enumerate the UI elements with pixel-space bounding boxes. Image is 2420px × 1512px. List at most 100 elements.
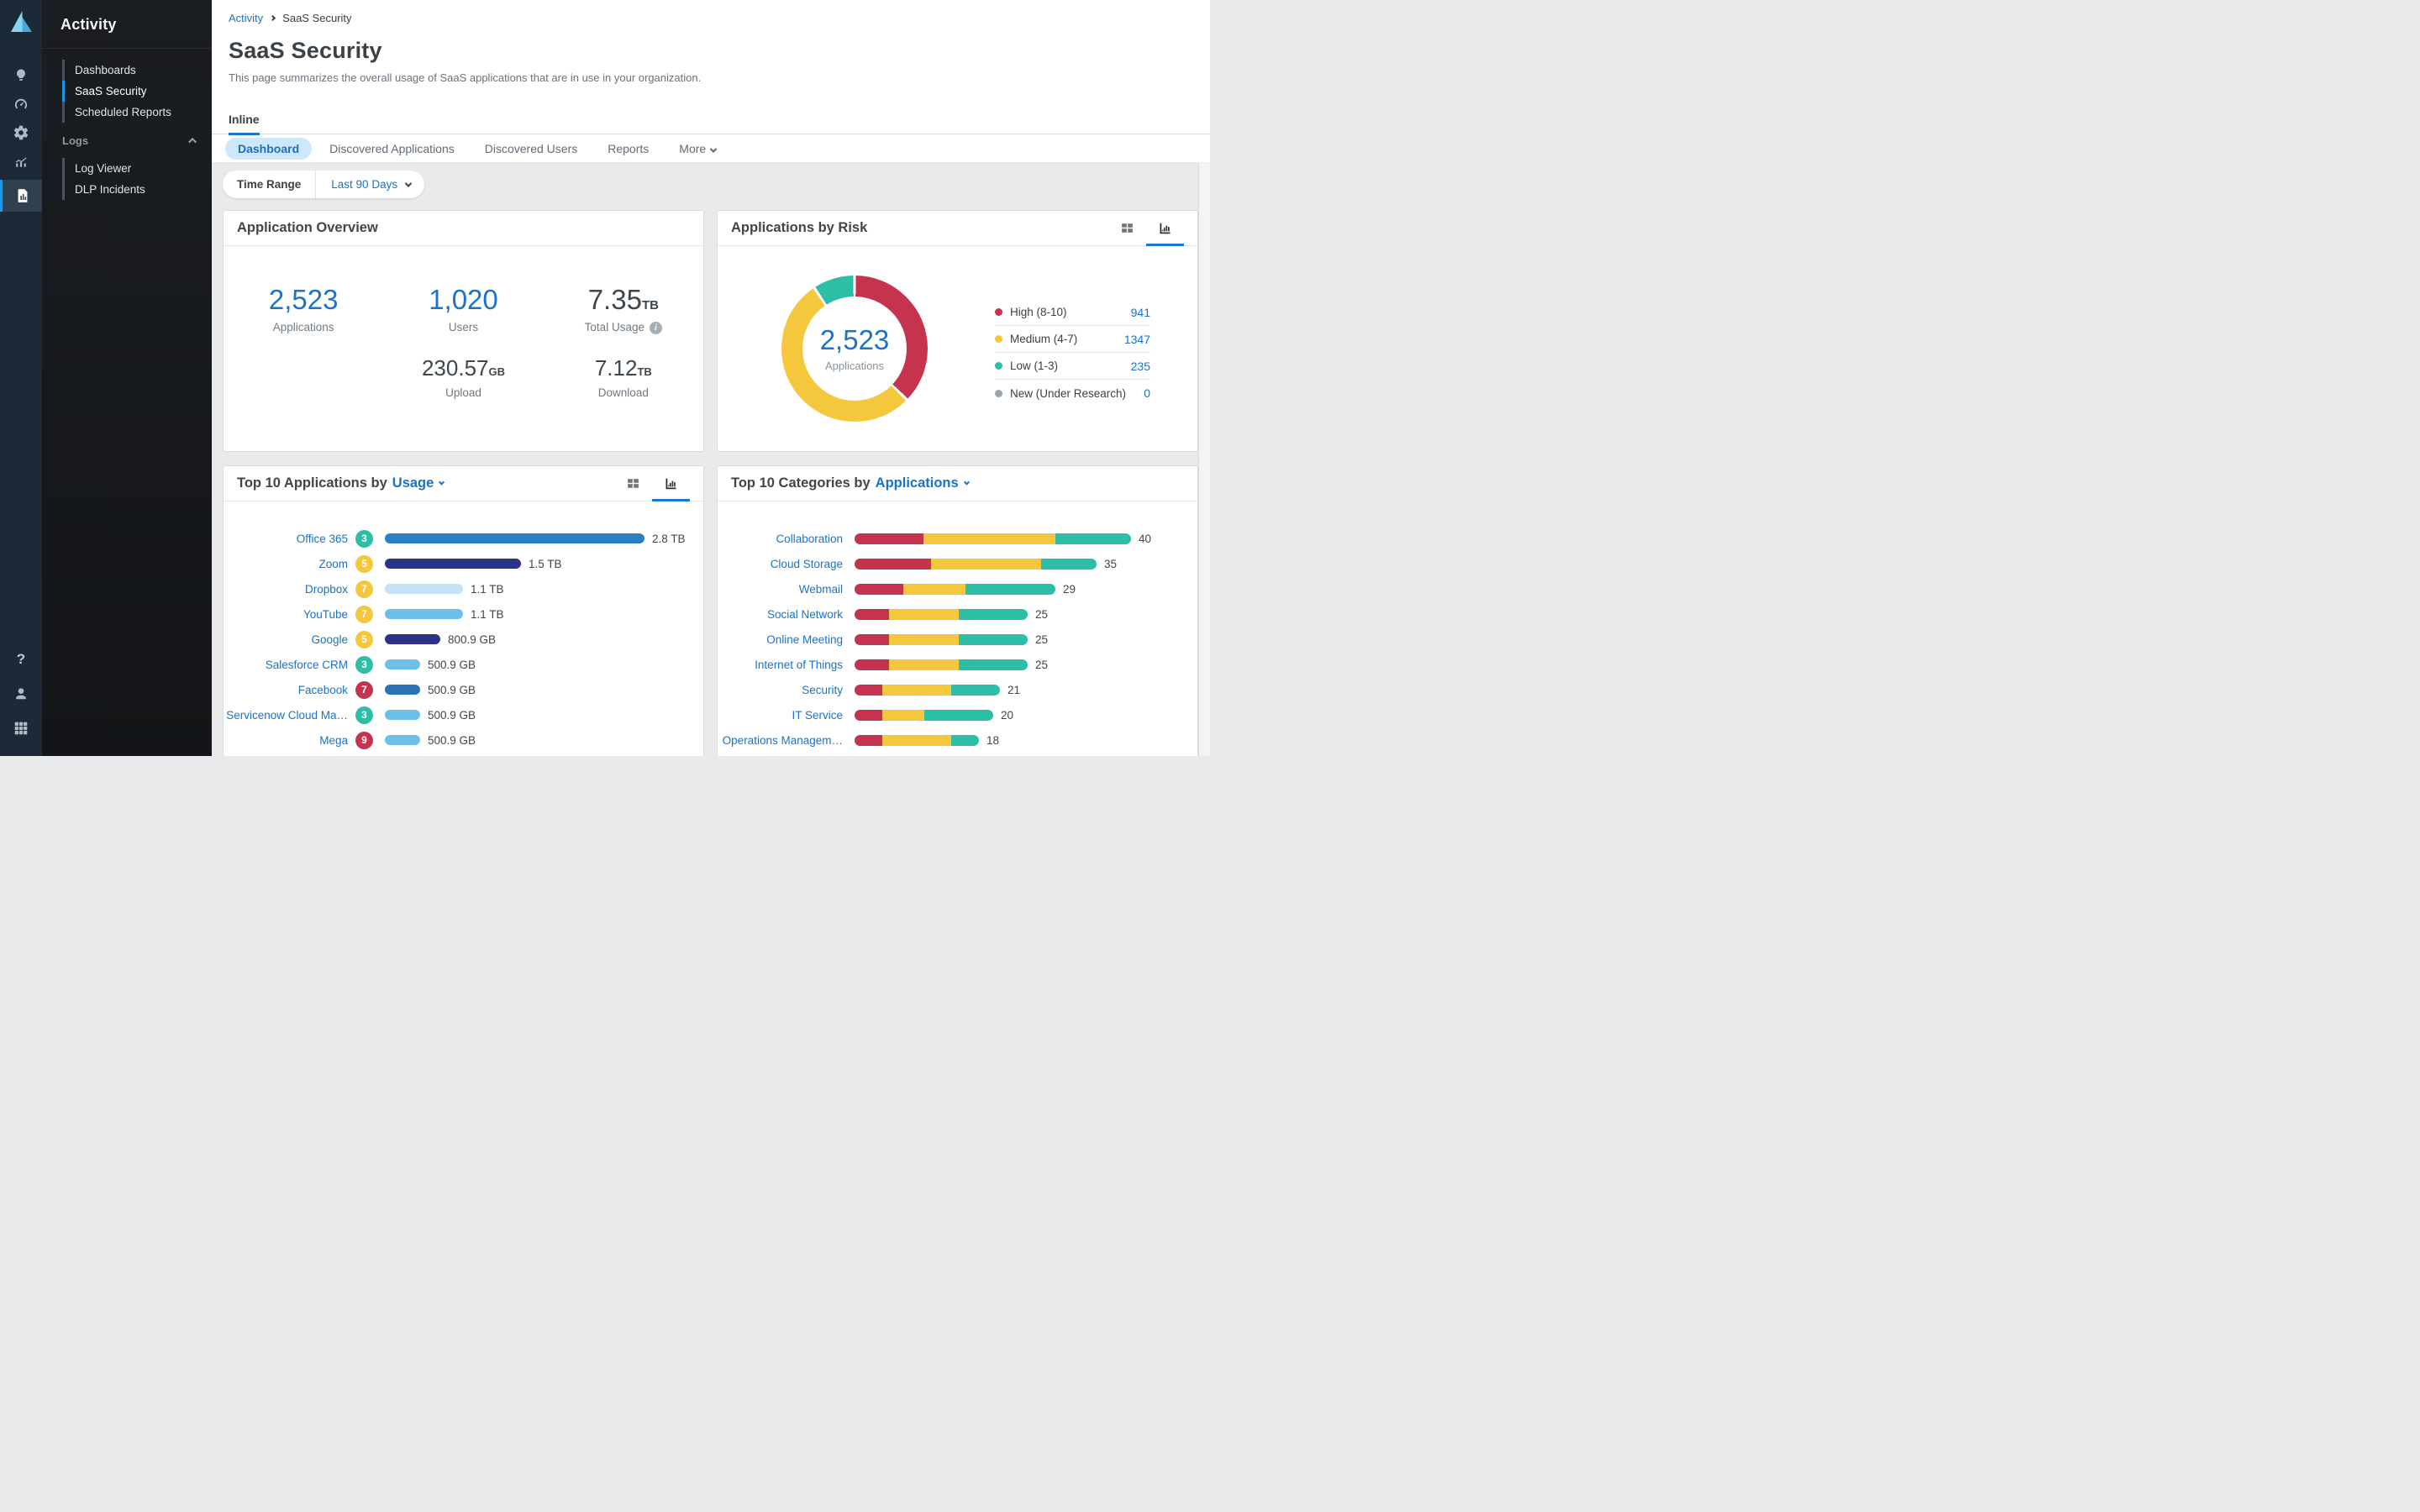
usage-bar (385, 659, 420, 669)
category-link[interactable]: Cloud Storage (718, 558, 843, 570)
stacked-bar (855, 559, 1097, 570)
category-link[interactable]: Operations Managem… (718, 734, 843, 747)
time-range-value[interactable]: Last 90 Days (316, 171, 424, 198)
app-link[interactable]: YouTube (224, 608, 348, 621)
more-label: More (679, 142, 706, 155)
sidebar-item-scheduled-reports[interactable]: Scheduled Reports (62, 102, 212, 123)
stacked-bar (855, 685, 1000, 696)
table-view-icon[interactable] (614, 466, 652, 501)
section-label: Logs (62, 134, 88, 147)
chevron-up-icon (188, 138, 197, 146)
time-range-control[interactable]: Time Range Last 90 Days (223, 171, 424, 198)
stat-label: Download (544, 386, 703, 399)
stacked-bar (855, 634, 1028, 645)
stat-value: 2,523 (224, 286, 383, 313)
view-toggle (614, 466, 690, 501)
segment-low (959, 609, 1028, 620)
legend-count-link[interactable]: 941 (1131, 306, 1150, 319)
sidebar-item-dashboards[interactable]: Dashboards (62, 60, 212, 81)
app-link[interactable]: Servicenow Cloud Ma… (224, 709, 348, 722)
lightbulb-icon[interactable] (0, 61, 42, 90)
tab-inline[interactable]: Inline (229, 113, 260, 135)
card-header: Application Overview (224, 211, 703, 246)
usage-value: 500.9 GB (428, 659, 476, 671)
legend-label: High (8-10) (1010, 306, 1067, 318)
table-view-icon[interactable] (1108, 211, 1146, 246)
category-row: Cloud Storage 35 (718, 551, 1197, 576)
gauge-icon[interactable] (0, 90, 42, 118)
segment-high (855, 584, 903, 595)
category-link[interactable]: IT Service (718, 709, 843, 722)
category-count: 35 (1104, 558, 1117, 570)
usage-dropdown[interactable]: Usage (392, 475, 445, 491)
sidebar-section-logs[interactable]: Logs (62, 134, 197, 147)
legend-count-link[interactable]: 0 (1144, 386, 1150, 400)
stat-users: 1,020 Users (383, 286, 543, 334)
brand-logo[interactable] (7, 8, 35, 36)
breadcrumb-current: SaaS Security (282, 12, 351, 24)
stat-applications: 2,523 Applications (224, 286, 383, 334)
card-title: Top 10 Applications byUsage (237, 475, 444, 491)
info-icon[interactable]: i (650, 322, 662, 334)
overview-stats: 2,523 Applications 1,020 Users 7.35TB To… (224, 246, 703, 399)
category-link[interactable]: Webmail (718, 583, 843, 596)
legend-count-link[interactable]: 1347 (1124, 333, 1150, 346)
tab-reports[interactable]: Reports (595, 138, 661, 160)
risk-donut-chart[interactable]: 2,523 Applications (781, 276, 928, 422)
risk-score-badge: 9 (355, 732, 373, 749)
legend-label: Medium (4-7) (1010, 333, 1077, 345)
donut-center: 2,523 Applications (802, 297, 907, 401)
app-link[interactable]: Facebook (224, 684, 348, 696)
chart-view-icon[interactable] (652, 466, 690, 501)
app-link[interactable]: Mega (224, 734, 348, 747)
risk-legend-item[interactable]: High (8-10) 941 (995, 299, 1150, 326)
tab-discovered-applications[interactable]: Discovered Applications (317, 138, 467, 160)
card-header: Applications by Risk (718, 211, 1197, 246)
tab-more[interactable]: More (666, 138, 729, 160)
app-link[interactable]: Dropbox (224, 583, 348, 596)
tab-discovered-users[interactable]: Discovered Users (472, 138, 590, 160)
applications-dropdown[interactable]: Applications (876, 475, 969, 491)
segment-low (951, 685, 1000, 696)
segment-high (855, 659, 889, 670)
app-link[interactable]: Google (224, 633, 348, 646)
app-link[interactable]: Zoom (224, 558, 348, 570)
legend-count-link[interactable]: 235 (1131, 360, 1150, 373)
help-icon[interactable]: ? (0, 645, 42, 674)
stat-label: Users (383, 321, 543, 333)
risk-score-badge: 3 (355, 706, 373, 724)
risk-legend-item[interactable]: New (Under Research)0 (995, 380, 1150, 407)
analytics-icon[interactable] (0, 147, 42, 176)
legend-dot (995, 390, 1002, 397)
gear-icon[interactable] (0, 118, 42, 147)
app-link[interactable]: Salesforce CRM (224, 659, 348, 671)
risk-score-badge: 5 (355, 555, 373, 573)
usage-bar (385, 634, 440, 644)
breadcrumb-activity-link[interactable]: Activity (229, 12, 263, 24)
sidebar-item-dlp-incidents[interactable]: DLP Incidents (62, 179, 212, 200)
risk-score-badge: 3 (355, 530, 373, 548)
category-link[interactable]: Internet of Things (718, 659, 843, 671)
user-icon[interactable] (0, 680, 42, 708)
sidebar-item-saas-security[interactable]: SaaS Security (62, 81, 212, 102)
app-grid-icon[interactable] (0, 714, 42, 743)
scrollbar[interactable] (1198, 162, 1210, 756)
card-applications-by-risk: Applications by Risk (717, 210, 1198, 452)
legend-dot (995, 335, 1002, 343)
segment-low (1055, 533, 1131, 544)
category-link[interactable]: Social Network (718, 608, 843, 621)
category-link[interactable]: Collaboration (718, 533, 843, 545)
time-range-label: Time Range (223, 171, 316, 198)
category-link[interactable]: Security (718, 684, 843, 696)
risk-legend-item[interactable]: Low (1-3)235 (995, 353, 1150, 380)
risk-legend-item[interactable]: Medium (4-7) 1347 (995, 326, 1150, 353)
sidebar-item-log-viewer[interactable]: Log Viewer (62, 158, 212, 179)
chart-view-icon[interactable] (1146, 211, 1184, 246)
reports-icon[interactable] (0, 180, 42, 212)
tab-dashboard[interactable]: Dashboard (225, 138, 312, 160)
stat-value: 230.57 (422, 355, 489, 381)
app-link[interactable]: Office 365 (224, 533, 348, 545)
category-count: 40 (1139, 533, 1151, 545)
dashboard-tabs: Dashboard Discovered Applications Discov… (212, 134, 1210, 162)
category-link[interactable]: Online Meeting (718, 633, 843, 646)
